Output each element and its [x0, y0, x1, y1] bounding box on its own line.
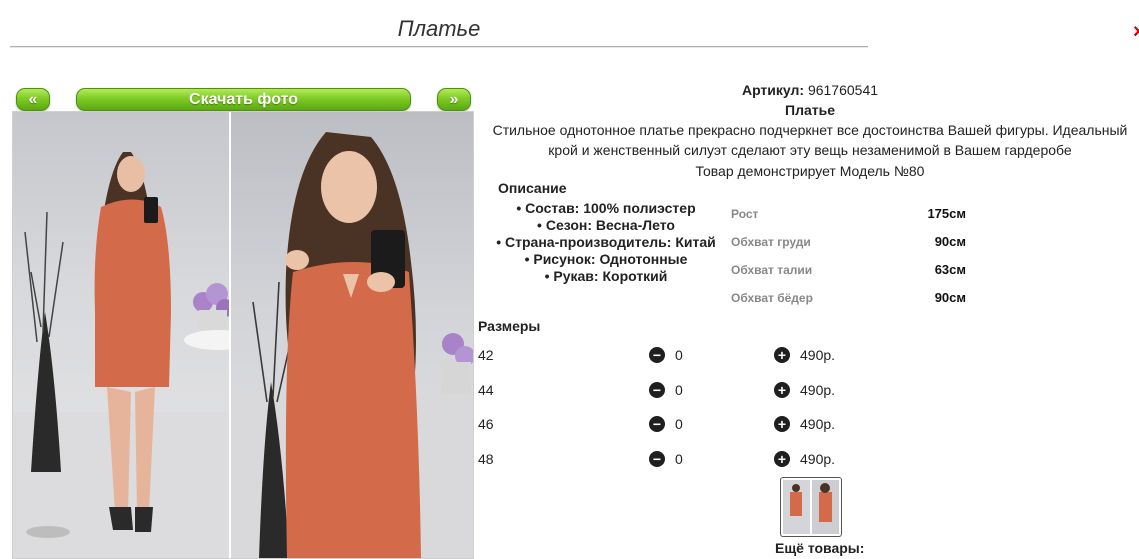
close-icon[interactable]: ×	[1133, 22, 1139, 42]
size-label: 48	[478, 451, 494, 467]
size-label: 42	[478, 347, 494, 363]
measurement-value-waist: 63см	[934, 262, 966, 277]
download-photo-button[interactable]: Скачать фото	[76, 88, 411, 111]
product-photo-left	[13, 112, 229, 558]
measurement-value-height: 175см	[927, 206, 966, 221]
minus-circle-icon[interactable]: −	[649, 416, 665, 432]
minus-circle-icon[interactable]: −	[649, 382, 665, 398]
size-label: 46	[478, 416, 494, 432]
article-label: Артикул:	[741, 82, 805, 98]
description-item-season: Сезон: Весна-Лето	[490, 217, 722, 234]
measurement-label-waist: Обхват талии	[731, 263, 813, 277]
plus-circle-icon[interactable]: +	[774, 347, 790, 363]
product-name: Платье	[785, 102, 835, 118]
product-photo[interactable]	[12, 111, 474, 559]
more-products-label: Ещё товары:	[775, 540, 865, 556]
size-price: 490р.	[800, 451, 836, 467]
prev-photo-button[interactable]: «	[16, 88, 50, 111]
size-quantity: 0	[675, 416, 683, 432]
minus-circle-icon[interactable]: −	[649, 347, 665, 363]
article-value: 961760541	[807, 82, 879, 98]
description-list: Состав: 100% полиэстер Сезон: Весна-Лето…	[490, 200, 722, 285]
plus-circle-icon[interactable]: +	[774, 416, 790, 432]
measurement-value-bust: 90см	[934, 234, 966, 249]
model-note: Товар демонстрирует Модель №80	[695, 163, 925, 179]
size-quantity: 0	[675, 451, 683, 467]
size-price: 490р.	[800, 416, 836, 432]
sizes-heading: Размеры	[478, 318, 541, 334]
size-price: 490р.	[800, 382, 836, 398]
product-description-line2: крой и женственный силуэт сделают эту ве…	[548, 142, 1072, 158]
measurement-label-bust: Обхват груди	[731, 235, 811, 249]
measurement-label-hips: Обхват бёдер	[731, 291, 813, 305]
next-photo-button[interactable]: »	[437, 88, 471, 111]
article-row: Артикул: 961760541	[478, 82, 1139, 98]
product-description-line1: Стильное однотонное платье прекрасно под…	[492, 122, 1128, 138]
size-quantity: 0	[675, 347, 683, 363]
size-price: 490р.	[800, 347, 836, 363]
description-item-country: Страна-производитель: Китай	[490, 234, 722, 251]
description-item-pattern: Рисунок: Однотонные	[490, 251, 722, 268]
plus-circle-icon[interactable]: +	[774, 382, 790, 398]
size-quantity: 0	[675, 382, 683, 398]
measurement-label-height: Рост	[731, 207, 759, 221]
page-title: Платье	[397, 16, 481, 41]
minus-circle-icon[interactable]: −	[649, 451, 665, 467]
product-thumbnail[interactable]	[780, 477, 842, 537]
description-heading: Описание	[498, 180, 567, 196]
product-photo-right	[231, 112, 473, 558]
description-item-composition: Состав: 100% полиэстер	[490, 200, 722, 217]
description-item-sleeve: Рукав: Короткий	[490, 268, 722, 285]
title-divider	[10, 46, 868, 47]
size-label: 44	[478, 382, 494, 398]
measurement-value-hips: 90см	[934, 290, 966, 305]
plus-circle-icon[interactable]: +	[774, 451, 790, 467]
